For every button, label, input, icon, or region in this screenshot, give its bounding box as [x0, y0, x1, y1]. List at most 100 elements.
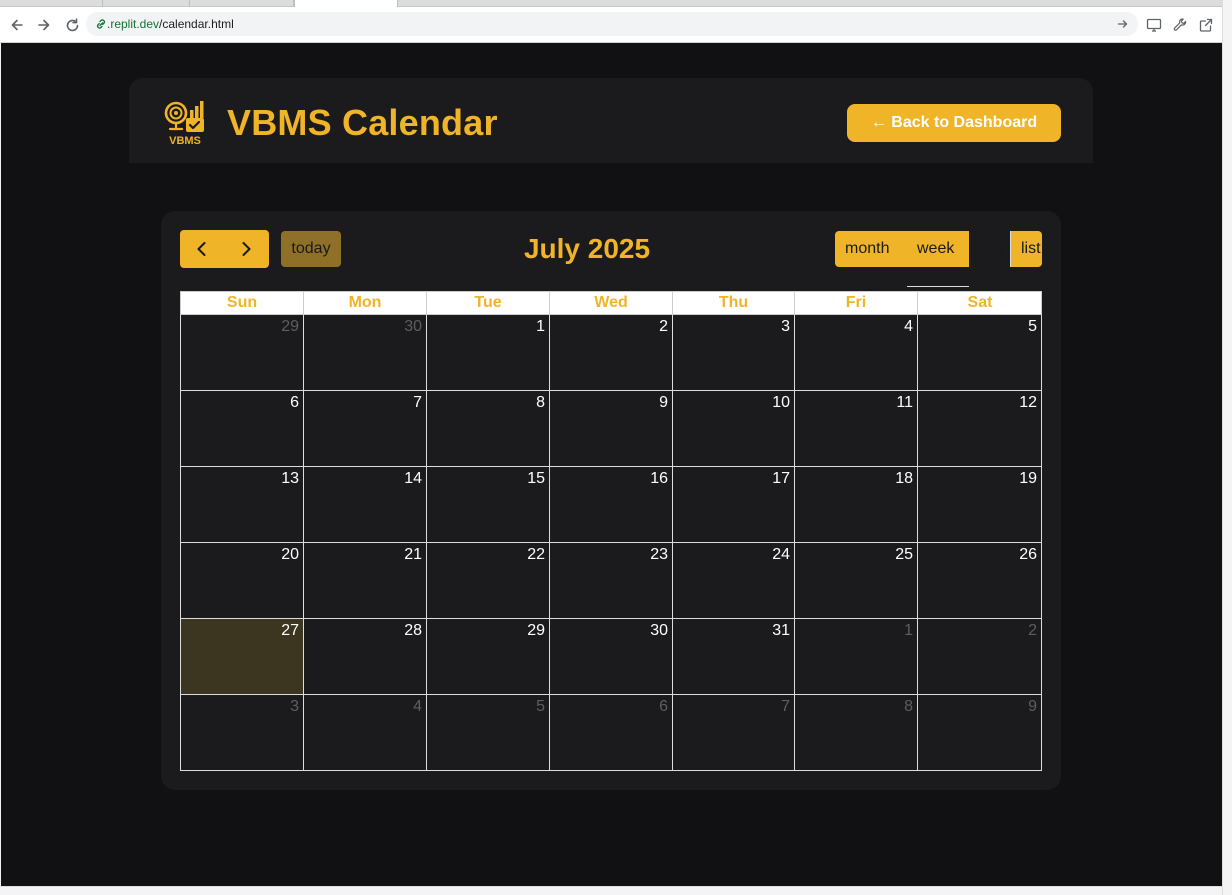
- day-cell[interactable]: 30: [550, 619, 673, 694]
- day-cell[interactable]: 12: [918, 391, 1042, 466]
- day-number[interactable]: 27: [281, 622, 299, 640]
- day-cell[interactable]: 9: [918, 695, 1042, 770]
- day-cell[interactable]: 3: [181, 695, 304, 770]
- today-button[interactable]: today: [281, 231, 341, 267]
- day-cell[interactable]: 4: [304, 695, 427, 770]
- day-cell[interactable]: 14: [304, 467, 427, 542]
- day-cell[interactable]: 19: [918, 467, 1042, 542]
- day-cell[interactable]: 1: [795, 619, 918, 694]
- day-number[interactable]: 8: [536, 394, 545, 412]
- day-number[interactable]: 15: [527, 470, 545, 488]
- day-number[interactable]: 11: [896, 394, 913, 412]
- day-cell[interactable]: 25: [795, 543, 918, 618]
- day-number[interactable]: 5: [1028, 318, 1037, 336]
- view-week-button[interactable]: week: [907, 211, 969, 287]
- day-number[interactable]: 12: [1019, 394, 1037, 412]
- day-cell[interactable]: 18: [795, 467, 918, 542]
- back-arrow-icon[interactable]: [8, 16, 26, 34]
- day-number[interactable]: 16: [650, 470, 668, 488]
- browser-tab[interactable]: [190, 0, 294, 7]
- day-number[interactable]: 2: [659, 318, 668, 336]
- day-number[interactable]: 2: [1028, 622, 1037, 640]
- day-cell[interactable]: 26: [918, 543, 1042, 618]
- day-number[interactable]: 30: [650, 622, 668, 640]
- day-number[interactable]: 5: [536, 698, 545, 716]
- day-number[interactable]: 1: [536, 318, 545, 336]
- day-number[interactable]: 23: [650, 546, 668, 564]
- day-number[interactable]: 18: [895, 470, 913, 488]
- day-number[interactable]: 17: [772, 470, 790, 488]
- day-cell[interactable]: 21: [304, 543, 427, 618]
- day-cell[interactable]: 11: [795, 391, 918, 466]
- reload-icon[interactable]: [63, 16, 81, 34]
- monitor-icon[interactable]: [1146, 17, 1162, 33]
- day-number[interactable]: 9: [659, 394, 668, 412]
- browser-tab[interactable]: [0, 0, 103, 7]
- browser-tab-active[interactable]: [294, 0, 398, 7]
- wrench-icon[interactable]: [1172, 17, 1188, 33]
- address-bar[interactable]: .replit.dev/calendar.html: [86, 12, 1138, 36]
- view-list-button[interactable]: list: [1011, 231, 1041, 267]
- day-number[interactable]: 14: [404, 470, 422, 488]
- day-cell[interactable]: 31: [673, 619, 795, 694]
- day-cell[interactable]: 9: [550, 391, 673, 466]
- day-number[interactable]: 29: [281, 318, 299, 336]
- day-cell[interactable]: 8: [795, 695, 918, 770]
- prev-month-button[interactable]: [180, 230, 224, 268]
- day-number[interactable]: 1: [904, 622, 913, 640]
- forward-arrow-icon[interactable]: [35, 16, 53, 34]
- day-cell-today[interactable]: 27: [181, 619, 304, 694]
- day-cell[interactable]: 3: [673, 315, 795, 390]
- day-number[interactable]: 3: [781, 318, 790, 336]
- day-number[interactable]: 22: [527, 546, 545, 564]
- day-number[interactable]: 25: [895, 546, 913, 564]
- day-cell[interactable]: 23: [550, 543, 673, 618]
- day-number[interactable]: 31: [772, 622, 790, 640]
- day-number[interactable]: 24: [772, 546, 790, 564]
- day-number[interactable]: 13: [281, 470, 299, 488]
- day-number[interactable]: 7: [413, 394, 422, 412]
- day-cell[interactable]: 24: [673, 543, 795, 618]
- day-number[interactable]: 28: [404, 622, 422, 640]
- day-cell[interactable]: 5: [427, 695, 550, 770]
- day-number[interactable]: 7: [781, 698, 790, 716]
- external-link-icon[interactable]: [1198, 17, 1214, 33]
- day-cell[interactable]: 30: [304, 315, 427, 390]
- day-cell[interactable]: 15: [427, 467, 550, 542]
- day-number[interactable]: 6: [659, 698, 668, 716]
- browser-tab[interactable]: [103, 0, 190, 7]
- day-cell[interactable]: 7: [673, 695, 795, 770]
- day-cell[interactable]: 2: [918, 619, 1042, 694]
- day-cell[interactable]: 2: [550, 315, 673, 390]
- day-cell[interactable]: 13: [181, 467, 304, 542]
- day-cell[interactable]: 10: [673, 391, 795, 466]
- day-cell[interactable]: 22: [427, 543, 550, 618]
- day-number[interactable]: 29: [527, 622, 545, 640]
- day-cell[interactable]: 7: [304, 391, 427, 466]
- day-number[interactable]: 21: [404, 546, 422, 564]
- back-to-dashboard-button[interactable]: ← Back to Dashboard: [847, 104, 1061, 142]
- day-number[interactable]: 8: [904, 698, 913, 716]
- day-number[interactable]: 26: [1019, 546, 1037, 564]
- view-day-button[interactable]: day: [969, 231, 1011, 267]
- day-cell[interactable]: 5: [918, 315, 1042, 390]
- day-cell[interactable]: 16: [550, 467, 673, 542]
- day-cell[interactable]: 29: [181, 315, 304, 390]
- day-cell[interactable]: 6: [181, 391, 304, 466]
- day-cell[interactable]: 17: [673, 467, 795, 542]
- day-number[interactable]: 10: [772, 394, 790, 412]
- day-cell[interactable]: 29: [427, 619, 550, 694]
- day-number[interactable]: 19: [1019, 470, 1037, 488]
- day-number[interactable]: 20: [281, 546, 299, 564]
- day-number[interactable]: 3: [290, 698, 299, 716]
- view-month-button[interactable]: month: [835, 231, 907, 267]
- day-cell[interactable]: 1: [427, 315, 550, 390]
- day-number[interactable]: 4: [413, 698, 422, 716]
- day-cell[interactable]: 6: [550, 695, 673, 770]
- day-number[interactable]: 6: [290, 394, 299, 412]
- go-arrow-icon[interactable]: [1116, 17, 1130, 31]
- day-number[interactable]: 9: [1028, 698, 1037, 716]
- day-cell[interactable]: 8: [427, 391, 550, 466]
- day-cell[interactable]: 4: [795, 315, 918, 390]
- day-number[interactable]: 30: [404, 318, 422, 336]
